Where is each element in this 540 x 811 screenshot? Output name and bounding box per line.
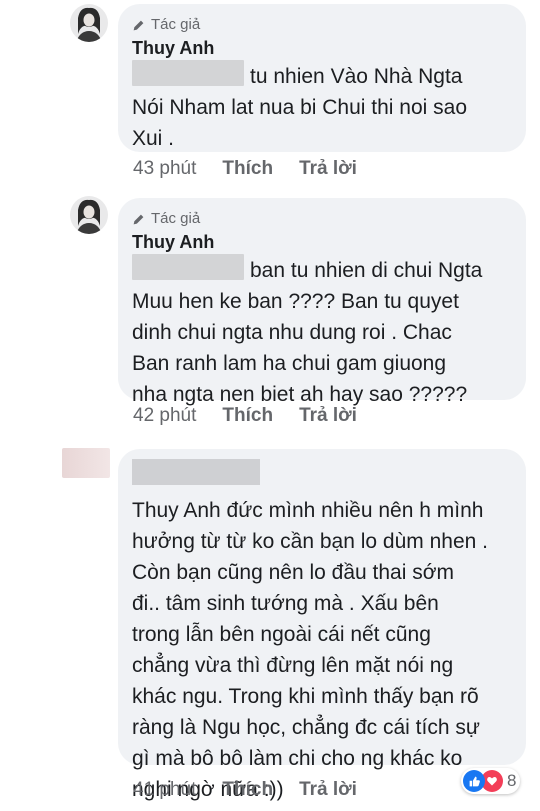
comment-text: ban tu nhien di chui Ngta Muu hen ke ban… xyxy=(132,254,510,410)
like-button[interactable]: Thích xyxy=(222,158,273,180)
comment-bubble: Tác giả Thuy Anh tu nhien Vào Nhà Ngta N… xyxy=(118,4,526,152)
reaction-count: 8 xyxy=(507,771,517,790)
comment-bubble: Tác giả Thuy Anh ban tu nhien di chui Ng… xyxy=(118,198,526,406)
timestamp[interactable]: 42 phút xyxy=(133,405,196,427)
avatar[interactable] xyxy=(62,448,110,478)
comment-actions: 42 phút Thích Trả lời xyxy=(133,405,357,427)
author-tag-label: Tác giả xyxy=(151,16,201,33)
author-badge: Tác giả xyxy=(132,16,510,34)
like-button[interactable]: Thích xyxy=(222,405,273,427)
redacted-author-name[interactable] xyxy=(132,459,260,485)
like-icon xyxy=(463,770,485,792)
comment-actions: 43 phút Thích Trả lời xyxy=(133,158,357,180)
author-tag-label: Tác giả xyxy=(151,210,201,227)
comment-text: tu nhien Vào Nhà Ngta Nói Nham lat nua b… xyxy=(132,60,510,154)
like-button[interactable]: Thích xyxy=(222,779,273,801)
comment-bubble: Thuy Anh đức mình nhiều nên h mình hưởng… xyxy=(118,449,526,801)
reply-button[interactable]: Trả lời xyxy=(299,405,357,427)
author-badge: Tác giả xyxy=(132,210,510,228)
redacted-mention xyxy=(132,60,244,86)
timestamp[interactable]: 43 phút xyxy=(133,158,196,180)
avatar[interactable] xyxy=(70,4,108,42)
reply-button[interactable]: Trả lời xyxy=(299,158,357,180)
pencil-icon xyxy=(133,20,144,30)
reactions-summary[interactable]: 8 xyxy=(461,768,521,794)
pencil-icon xyxy=(133,214,144,224)
reply-button[interactable]: Trả lời xyxy=(299,779,357,801)
timestamp[interactable]: 41 phút xyxy=(133,779,196,801)
author-name[interactable]: Thuy Anh xyxy=(132,36,510,60)
comment-actions: 41 phút Thích Trả lời xyxy=(133,779,357,801)
comment-text: Thuy Anh đức mình nhiều nên h mình hưởng… xyxy=(132,499,488,801)
avatar[interactable] xyxy=(70,196,108,234)
author-name[interactable]: Thuy Anh xyxy=(132,230,510,254)
redacted-mention xyxy=(132,254,244,280)
